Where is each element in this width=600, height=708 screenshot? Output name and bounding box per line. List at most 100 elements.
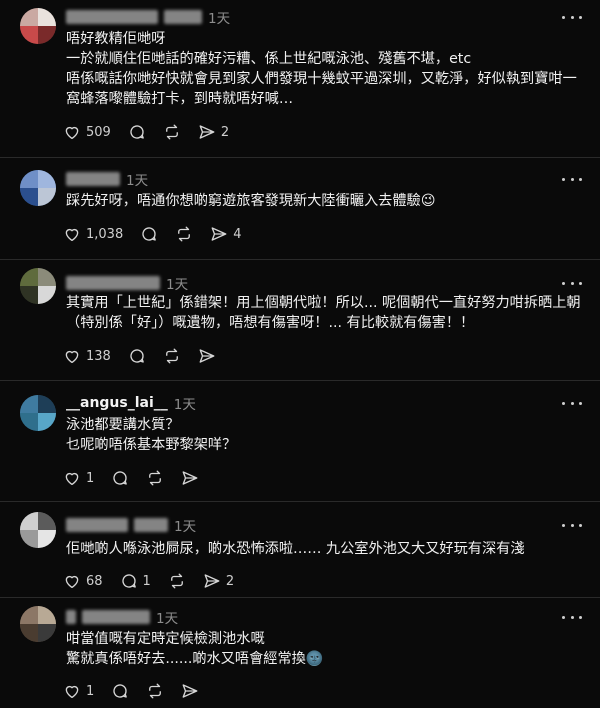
- like-button[interactable]: 1: [63, 469, 94, 487]
- like-count: 509: [86, 124, 111, 140]
- reply-button[interactable]: [111, 469, 129, 487]
- repost-button[interactable]: [146, 682, 164, 700]
- timestamp[interactable]: 1天: [166, 273, 188, 293]
- send-icon: [199, 349, 215, 363]
- action-bar: 1: [63, 681, 216, 701]
- more-options-icon[interactable]: [562, 396, 582, 410]
- repost-icon: [165, 124, 178, 140]
- username-blurred[interactable]: [66, 276, 160, 290]
- comment-icon: [130, 349, 144, 363]
- post-4: __angus_lai__ 1天 泳池都要講水質？ 乜呢啲唔係基本野黎架咩？ 1: [0, 381, 600, 501]
- avatar[interactable]: [20, 268, 56, 304]
- reply-button[interactable]: [140, 225, 158, 243]
- post-header: 1天: [66, 515, 196, 535]
- username-blurred[interactable]: [66, 610, 76, 624]
- more-options-icon[interactable]: [562, 518, 582, 532]
- avatar[interactable]: [20, 8, 56, 44]
- more-options-icon[interactable]: [562, 10, 582, 24]
- send-icon: [199, 125, 215, 139]
- post-text: 唔好教精佢哋呀 一於就順住佢哋話的確好污糟、係上世紀嘅泳池、殘舊不堪，etc 唔…: [66, 31, 577, 107]
- avatar[interactable]: [20, 606, 56, 642]
- comment-icon: [121, 574, 136, 588]
- share-button[interactable]: 4: [210, 225, 242, 243]
- share-button[interactable]: [181, 469, 199, 487]
- share-button[interactable]: [198, 347, 216, 365]
- like-button[interactable]: 138: [63, 347, 111, 365]
- more-options-icon[interactable]: [562, 610, 582, 624]
- like-count: 1: [86, 683, 95, 699]
- reply-button[interactable]: [128, 123, 146, 141]
- reply-button[interactable]: [128, 347, 146, 365]
- like-button[interactable]: 1: [63, 682, 94, 700]
- post-5: 1天 佢哋啲人喺泳池屙尿，啲水恐怖添啦…… 九公室外池又大又好玩有深有淺 68 …: [0, 502, 600, 597]
- share-button[interactable]: [181, 682, 199, 700]
- share-button[interactable]: 2: [198, 123, 229, 141]
- username-blurred: [164, 10, 202, 24]
- heart-icon: [65, 472, 79, 486]
- action-bar: 1,038 4: [63, 224, 259, 244]
- timestamp[interactable]: 1天: [174, 515, 196, 535]
- share-count: 2: [220, 124, 230, 140]
- like-count: 1: [86, 470, 95, 486]
- post-6: 1天 咁當值嘅有定時定候檢測池水嘅 驚就真係唔好去......啲水又唔會經常換🌚…: [0, 598, 600, 708]
- repost-button[interactable]: [163, 347, 181, 365]
- repost-icon: [149, 683, 162, 699]
- username[interactable]: __angus_lai__: [66, 395, 168, 411]
- repost-icon: [165, 348, 178, 364]
- post-text: 咁當值嘅有定時定候檢測池水嘅 驚就真係唔好去......啲水又唔會經常換🌚: [66, 631, 324, 667]
- action-bar: 68 1 2: [63, 571, 251, 591]
- action-bar: 138: [63, 346, 233, 366]
- heart-icon: [65, 350, 79, 364]
- username-blurred[interactable]: [66, 518, 128, 532]
- post-header: __angus_lai__ 1天: [66, 393, 196, 413]
- post-header: 1天: [66, 607, 178, 627]
- share-count: 4: [233, 226, 242, 242]
- comment-icon: [113, 471, 128, 485]
- like-button[interactable]: 68: [63, 572, 103, 590]
- reply-button[interactable]: 1: [120, 572, 151, 590]
- reply-count: 1: [142, 573, 151, 589]
- repost-icon: [149, 470, 162, 486]
- send-icon: [182, 471, 198, 485]
- share-count: 2: [225, 573, 235, 589]
- send-icon: [211, 227, 227, 241]
- action-bar: 509 2: [63, 122, 246, 142]
- post-2: 1天 踩先好呀，唔通你想啲窮遊旅客發現新大陸衝曬入去體驗😉 1,038 4: [0, 158, 600, 259]
- post-text: 佢哋啲人喺泳池屙尿，啲水恐怖添啦…… 九公室外池又大又好玩有深有淺: [66, 541, 525, 557]
- post-header: 1天: [66, 273, 188, 293]
- timestamp[interactable]: 1天: [126, 169, 148, 189]
- repost-button[interactable]: [168, 572, 186, 590]
- share-button[interactable]: 2: [203, 572, 234, 590]
- more-options-icon[interactable]: [562, 276, 582, 290]
- send-icon: [182, 684, 198, 698]
- repost-button[interactable]: [175, 225, 193, 243]
- heart-icon: [65, 126, 79, 140]
- repost-icon: [178, 226, 191, 242]
- avatar[interactable]: [20, 512, 56, 548]
- comment-icon: [130, 125, 144, 139]
- comment-icon: [142, 227, 157, 241]
- post-text: 踩先好呀，唔通你想啲窮遊旅客發現新大陸衝曬入去體驗😉: [66, 193, 436, 209]
- more-options-icon[interactable]: [562, 172, 582, 186]
- like-button[interactable]: 1,038: [63, 225, 123, 243]
- repost-icon: [170, 573, 183, 589]
- timestamp[interactable]: 1天: [156, 607, 178, 627]
- post-3: 1天 其實用「上世紀」係錯架！用上個朝代啦！所以... 呢個朝代一直好努力咁拆晒…: [0, 260, 600, 380]
- reply-button[interactable]: [111, 682, 129, 700]
- timestamp[interactable]: 1天: [208, 7, 230, 27]
- repost-button[interactable]: [146, 469, 164, 487]
- avatar[interactable]: [20, 170, 56, 206]
- username-blurred: [82, 610, 150, 624]
- username-blurred[interactable]: [66, 10, 158, 24]
- repost-button[interactable]: [163, 123, 181, 141]
- like-count: 138: [86, 348, 111, 364]
- heart-icon: [65, 685, 79, 699]
- timestamp[interactable]: 1天: [174, 393, 196, 413]
- username-blurred: [134, 518, 168, 532]
- like-button[interactable]: 509: [63, 123, 111, 141]
- username-blurred[interactable]: [66, 172, 120, 186]
- heart-icon: [65, 575, 79, 589]
- avatar[interactable]: [20, 395, 56, 431]
- post-text: 泳池都要講水質？ 乜呢啲唔係基本野黎架咩？: [66, 417, 237, 453]
- like-count: 68: [86, 573, 103, 589]
